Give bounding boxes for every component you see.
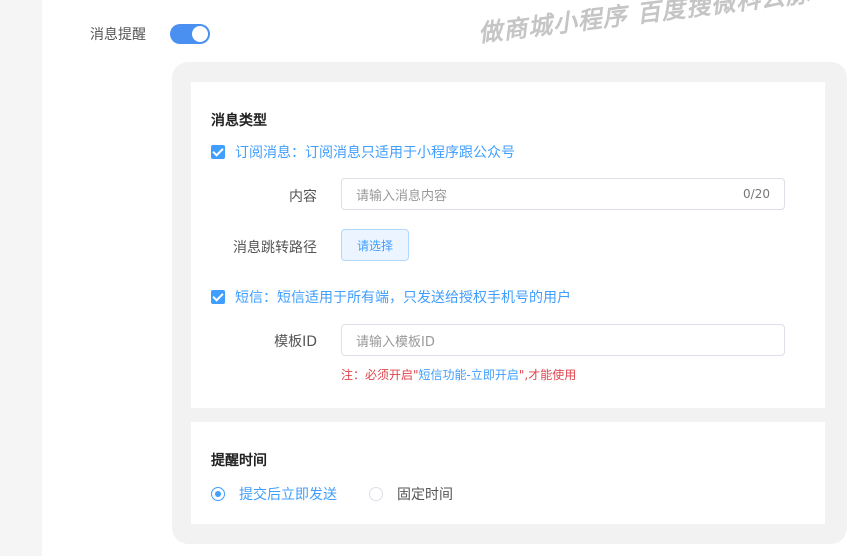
radio-immediate-circle[interactable] xyxy=(211,487,225,501)
remind-time-title: 提醒时间 xyxy=(211,453,267,469)
template-input[interactable]: 请输入模板ID xyxy=(341,324,785,356)
sms-checkbox-row[interactable]: 短信：短信适用于所有端，只发送给授权手机号的用户 xyxy=(211,287,571,307)
remind-time-card: 提醒时间 提交后立即发送 固定时间 xyxy=(191,422,825,524)
content-placeholder: 请输入消息内容 xyxy=(356,188,448,204)
message-type-title: 消息类型 xyxy=(211,113,267,129)
select-path-button[interactable]: 请选择 xyxy=(341,229,409,261)
notify-row: 消息提醒 xyxy=(90,22,210,46)
watermark: 做商城小程序 百度搜微科云脉 xyxy=(476,0,813,48)
sms-note: 注：必须开启"短信功能-立即开启",才能使用 xyxy=(341,366,576,383)
path-label: 消息跳转路径 xyxy=(233,240,317,256)
message-type-card: 消息类型 订阅消息：订阅消息只适用于小程序跟公众号 内容 请输入消息内容 0/2… xyxy=(191,82,825,408)
sms-checkbox[interactable] xyxy=(211,290,225,304)
switch-knob xyxy=(192,26,208,42)
enable-sms-link[interactable]: 短信功能-立即开启 xyxy=(419,368,519,382)
radio-immediate-label: 提交后立即发送 xyxy=(239,487,337,503)
notify-label: 消息提醒 xyxy=(90,27,146,43)
template-placeholder: 请输入模板ID xyxy=(356,334,435,350)
content-input[interactable]: 请输入消息内容 0/20 xyxy=(341,178,785,210)
settings-panel: 消息类型 订阅消息：订阅消息只适用于小程序跟公众号 内容 请输入消息内容 0/2… xyxy=(172,62,847,544)
sms-label: 短信：短信适用于所有端，只发送给授权手机号的用户 xyxy=(235,290,571,306)
remind-time-options: 提交后立即发送 固定时间 xyxy=(211,484,485,504)
radio-fixed-time[interactable]: 固定时间 xyxy=(369,484,453,504)
template-label: 模板ID xyxy=(274,334,317,350)
subscribe-checkbox[interactable] xyxy=(211,145,225,159)
subscribe-checkbox-row[interactable]: 订阅消息：订阅消息只适用于小程序跟公众号 xyxy=(211,142,515,162)
radio-fixed-circle[interactable] xyxy=(369,487,383,501)
content-counter: 0/20 xyxy=(743,187,770,201)
notify-switch[interactable] xyxy=(170,24,210,44)
radio-fixed-label: 固定时间 xyxy=(397,487,453,503)
note-prefix: 注：必须开启" xyxy=(341,368,419,382)
subscribe-label: 订阅消息：订阅消息只适用于小程序跟公众号 xyxy=(235,145,515,161)
note-suffix: ",才能使用 xyxy=(518,368,577,382)
content-label: 内容 xyxy=(289,189,317,205)
radio-immediate[interactable]: 提交后立即发送 xyxy=(211,484,337,504)
page: 消息提醒 做商城小程序 百度搜微科云脉 消息类型 订阅消息：订阅消息只适用于小程… xyxy=(42,0,849,556)
